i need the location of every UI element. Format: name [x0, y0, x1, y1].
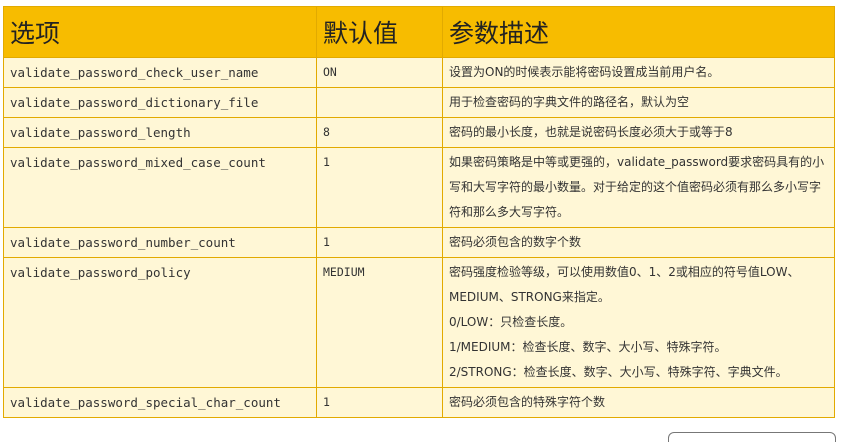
default-value [316, 87, 443, 118]
description: 用于检查密码的字典文件的路径名，默认为空 [442, 87, 835, 118]
header-option: 选项 [3, 6, 317, 58]
description: 密码强度检验等级，可以使用数值0、1、2或相应的符号值LOW、MEDIUM、ST… [442, 257, 835, 388]
description: 密码必须包含的数字个数 [442, 227, 835, 258]
description-line: 如果密码策略是中等或更强的，validate_password要求密码具有的小写… [449, 155, 825, 219]
description-line: 密码强度检验等级，可以使用数值0、1、2或相应的符号值LOW、MEDIUM、ST… [449, 265, 800, 304]
description-line: 设置为ON的时候表示能将密码设置成当前用户名。 [449, 65, 720, 79]
default-value: 1 [316, 387, 443, 418]
default-value: 1 [316, 227, 443, 258]
option-name: validate_password_special_char_count [3, 387, 317, 418]
table-row: validate_password_policy MEDIUM 密码强度检验等级… [3, 257, 835, 388]
default-value: 8 [316, 117, 443, 148]
options-table: 选项 默认值 参数描述 validate_password_check_user… [3, 6, 835, 418]
floating-panel-tab[interactable] [668, 432, 836, 442]
default-value: ON [316, 57, 443, 88]
table-row: validate_password_special_char_count 1 密… [3, 387, 835, 418]
option-name: validate_password_policy [3, 257, 317, 388]
description: 密码必须包含的特殊字符个数 [442, 387, 835, 418]
default-value: 1 [316, 147, 443, 228]
header-description: 参数描述 [442, 6, 835, 58]
table-row: validate_password_length 8 密码的最小长度，也就是说密… [3, 117, 835, 148]
description-line: 用于检查密码的字典文件的路径名，默认为空 [449, 95, 690, 109]
table-header-row: 选项 默认值 参数描述 [3, 6, 835, 58]
description: 如果密码策略是中等或更强的，validate_password要求密码具有的小写… [442, 147, 835, 228]
description-line: 密码的最小长度，也就是说密码长度必须大于或等于8 [449, 125, 733, 139]
table-row: validate_password_check_user_name ON 设置为… [3, 57, 835, 88]
default-value: MEDIUM [316, 257, 443, 388]
description-line: 密码必须包含的数字个数 [449, 235, 582, 249]
option-name: validate_password_mixed_case_count [3, 147, 317, 228]
description-line: 密码必须包含的特殊字符个数 [449, 395, 606, 409]
description-line: 2/STRONG：检查长度、数字、大小写、特殊字符、字典文件。 [449, 365, 788, 379]
description: 密码的最小长度，也就是说密码长度必须大于或等于8 [442, 117, 835, 148]
description: 设置为ON的时候表示能将密码设置成当前用户名。 [442, 57, 835, 88]
option-name: validate_password_check_user_name [3, 57, 317, 88]
table-row: validate_password_dictionary_file 用于检查密码… [3, 87, 835, 118]
description-line: 0/LOW：只检查长度。 [449, 315, 573, 329]
table-row: validate_password_mixed_case_count 1 如果密… [3, 147, 835, 228]
table-row: validate_password_number_count 1 密码必须包含的… [3, 227, 835, 258]
header-default: 默认值 [316, 6, 443, 58]
description-line: 1/MEDIUM：检查长度、数字、大小写、特殊字符。 [449, 340, 727, 354]
page: 选项 默认值 参数描述 validate_password_check_user… [0, 0, 841, 442]
option-name: validate_password_length [3, 117, 317, 148]
option-name: validate_password_number_count [3, 227, 317, 258]
option-name: validate_password_dictionary_file [3, 87, 317, 118]
